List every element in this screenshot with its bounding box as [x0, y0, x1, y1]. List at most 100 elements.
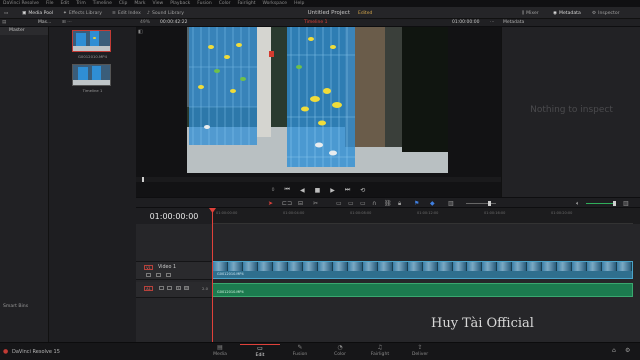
audio-clip[interactable]: G0012010.MP4 [212, 283, 633, 297]
menu-item-help[interactable]: Help [294, 1, 304, 6]
menu-item-clip[interactable]: Clip [119, 1, 128, 6]
ruler-tick: 01:00:12:00 [417, 211, 439, 215]
track-lock-icon[interactable] [146, 273, 151, 277]
inspector-button[interactable]: ⚙ Inspector [592, 8, 620, 18]
metadata-button[interactable]: ◉ Metadata [553, 8, 581, 18]
layout-icon: ▭ [4, 10, 9, 16]
track-visibility-icon[interactable] [166, 273, 171, 277]
zoom-level[interactable]: 49% [140, 20, 150, 25]
view-options-icon[interactable]: ⊞ ⋯ [62, 20, 72, 25]
skip-to-end-icon[interactable]: ⏭ [345, 186, 350, 194]
video-frame[interactable] [187, 27, 448, 173]
zoom-full-icon[interactable]: ▥ [448, 200, 454, 207]
page-tab-color[interactable]: ◔ Color [320, 344, 360, 360]
deliver-page-icon: ⇪ [417, 344, 423, 351]
play-icon[interactable]: ▶ [330, 187, 335, 194]
video-clip[interactable]: G0012010.MP4 [212, 261, 633, 279]
edited-status: Edited [357, 10, 373, 16]
settings-icon[interactable]: ⚙ [625, 347, 630, 354]
watermark-text: Huy Tài Official [431, 316, 534, 331]
page-tab-fairlight[interactable]: ♫ Fairlight [360, 344, 400, 360]
solo-icon[interactable]: S [176, 286, 181, 290]
menu-item-timeline[interactable]: Timeline [93, 1, 112, 6]
project-title-area: Untitled Project Edited [270, 7, 410, 19]
volume-slider[interactable] [586, 203, 616, 204]
viewer-scrub-bar[interactable] [136, 177, 501, 182]
track-id-v1[interactable]: V1 [144, 265, 153, 270]
track-id-a1[interactable]: A1 [144, 286, 153, 291]
smart-bins-label[interactable]: Smart Bins [3, 304, 28, 309]
media-pool-button[interactable]: ▣ Media Pool [22, 8, 53, 18]
master-bin[interactable]: Master [0, 27, 48, 35]
page-tab-edit[interactable]: ▭ Edit [240, 344, 280, 360]
pool-dropdown[interactable]: Mas... [38, 20, 51, 25]
selection-tool-icon[interactable]: ➤ [268, 200, 273, 207]
audio-meter-icon[interactable]: ▥ [623, 200, 629, 207]
media-clip-thumbnail[interactable] [72, 30, 111, 52]
timeline-name[interactable]: Timeline 1 [304, 20, 327, 25]
page-tab-label: Fusion [292, 352, 308, 357]
video-clip-name: G0012010.MP4 [217, 272, 244, 276]
overwrite-clip-icon[interactable]: ▭ [348, 200, 354, 207]
home-icon[interactable]: ⌂ [612, 347, 616, 354]
page-tab-media[interactable]: ▤ Media [200, 344, 240, 360]
viewer-options-icon[interactable]: ◧ [138, 29, 143, 35]
blade-tool-icon[interactable]: ✂ [313, 200, 318, 207]
flag-icon[interactable]: ⚑ [414, 200, 419, 207]
menu-item-color[interactable]: Color [219, 1, 231, 6]
edit-index-button[interactable]: ≡ Edit Index [112, 8, 141, 18]
zoom-slider[interactable] [466, 203, 496, 204]
effects-library-label: Effects Library [68, 10, 102, 16]
menu-item-edit[interactable]: Edit [60, 1, 69, 6]
video-track-name[interactable]: Video 1 [158, 265, 176, 270]
video-track-header: V1 Video 1 [136, 261, 212, 280]
panel-header-row: ▤ Mas... ⊞ ⋯ 49% 00:00:42:22 Timeline 1 … [0, 19, 640, 27]
track-lock-icon[interactable] [159, 286, 164, 290]
menu-item-file[interactable]: File [46, 1, 54, 6]
options-icon[interactable]: ⋯ [490, 20, 495, 25]
zoom-slider-handle[interactable] [488, 201, 491, 206]
snapping-icon[interactable]: ∩ [372, 200, 376, 207]
scrub-handle[interactable] [142, 177, 144, 182]
menu-item-view[interactable]: View [153, 1, 164, 6]
marker-icon[interactable]: ◆ [430, 200, 435, 207]
loop-icon[interactable]: ⟲ [360, 187, 365, 194]
auto-select-icon[interactable] [167, 286, 172, 290]
menu-item-app[interactable]: DaVinci Resolve [3, 1, 39, 6]
effects-library-button[interactable]: ✦ Effects Library [63, 8, 102, 18]
menu-item-workspace[interactable]: Workspace [262, 1, 287, 6]
trim-tool-icon[interactable]: ⊏⊐ [282, 200, 292, 207]
page-tab-deliver[interactable]: ⇪ Deliver [400, 344, 440, 360]
playhead[interactable] [212, 209, 213, 342]
skip-to-start-icon[interactable]: ⏮ [285, 186, 290, 194]
menu-item-playback[interactable]: Playback [170, 1, 190, 6]
mute-icon[interactable]: M [184, 286, 189, 290]
media-pool-icon: ▣ [22, 10, 27, 16]
menu-item-trim[interactable]: Trim [76, 1, 86, 6]
layout-toggle-button[interactable]: ▭ [4, 8, 8, 18]
timeline-thumbnail[interactable] [72, 64, 111, 86]
menu-item-fusion[interactable]: Fusion [197, 1, 211, 6]
insert-clip-icon[interactable]: ▭ [336, 200, 342, 207]
page-tab-fusion[interactable]: ✎ Fusion [280, 344, 320, 360]
volume-slider-handle[interactable] [613, 201, 616, 206]
play-reverse-icon[interactable]: ◀ [300, 187, 305, 194]
dynamic-trim-icon[interactable]: ⊟ [298, 200, 303, 207]
page-tab-label: Edit [255, 353, 265, 358]
mixer-button[interactable]: ⫼ Mixer [522, 8, 539, 18]
sound-library-button[interactable]: ♪ Sound Library [147, 8, 184, 18]
link-icon[interactable]: ⛓ [384, 200, 392, 207]
bin-list-icon[interactable]: ▤ [2, 20, 6, 25]
auto-select-icon[interactable] [156, 273, 161, 277]
fairlight-page-icon: ♫ [377, 344, 383, 351]
timeline-toolbar: ➤ ⊏⊐ ⊟ ✂ ▭ ▭ ▭ ∩ ⛓ 🔒︎ ⚑ ◆ ▥ 🔈︎ ▥ [136, 197, 640, 208]
menu-item-mark[interactable]: Mark [134, 1, 145, 6]
replace-clip-icon[interactable]: ▭ [360, 200, 366, 207]
stop-icon[interactable]: ■ [315, 187, 321, 194]
timeline-ruler[interactable]: 01:00:00:00 01:00:04:00 01:00:08:00 01:0… [212, 208, 633, 224]
lock-icon[interactable]: 🔒︎ [398, 200, 401, 208]
thumb-floor [73, 46, 110, 51]
edit-index-label: Edit Index [117, 10, 141, 16]
menu-item-fairlight[interactable]: Fairlight [237, 1, 255, 6]
speaker-icon[interactable]: 🔈︎ [576, 200, 580, 208]
